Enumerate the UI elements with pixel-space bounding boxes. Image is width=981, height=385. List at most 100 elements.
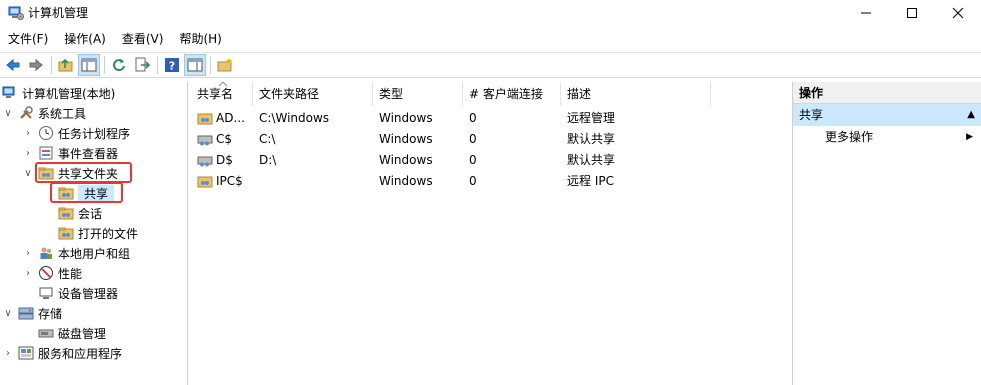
cell-folder-path: C:\Windows	[259, 110, 330, 125]
tree-label: 会话	[78, 206, 103, 221]
column-label: 类型	[379, 87, 404, 101]
new-share-button[interactable]	[214, 54, 236, 76]
menu-view[interactable]: 查看(V)	[114, 28, 172, 50]
clock-icon	[39, 126, 53, 140]
tree-item-disk-management[interactable]: 磁盘管理	[22, 323, 106, 343]
tools-icon	[20, 106, 33, 119]
cell-share-name: D$	[191, 152, 253, 168]
actions-section-shares[interactable]: 共享 ▲	[793, 104, 981, 126]
up-level-button[interactable]	[55, 54, 77, 76]
chevron-right-icon[interactable]: ›	[22, 268, 34, 279]
actions-section-label: 共享	[799, 108, 824, 122]
chevron-right-icon[interactable]: ›	[22, 148, 34, 159]
menu-bar: 文件(F) 操作(A) 查看(V) 帮助(H)	[0, 28, 981, 50]
column-header-folder-path[interactable]: 文件夹路径	[253, 82, 373, 106]
back-icon	[6, 58, 20, 72]
help-button[interactable]: ?	[161, 54, 183, 76]
table-row[interactable]: C$ C:\ Windows 0 默认共享	[191, 128, 711, 149]
shared-folder-icon	[58, 207, 74, 220]
column-label: 描述	[567, 87, 592, 101]
toolbar-separator	[210, 56, 211, 74]
collapse-up-icon[interactable]: ▲	[967, 104, 975, 126]
more-actions-item[interactable]: 更多操作 ▶	[793, 126, 981, 148]
tree-item-local-users[interactable]: › 本地用户和组	[22, 243, 130, 263]
show-hide-tree-button[interactable]	[78, 54, 100, 76]
table-row[interactable]: AD... C:\Windows Windows 0 远程管理	[191, 107, 711, 128]
close-icon	[952, 7, 964, 19]
maximize-button[interactable]	[889, 0, 935, 26]
cell-type: Windows	[379, 110, 433, 125]
column-header-client-connections[interactable]: # 客户端连接	[463, 82, 561, 106]
column-label: 文件夹路径	[259, 87, 320, 101]
refresh-button[interactable]	[108, 54, 130, 76]
tree-item-open-files[interactable]: 打开的文件	[42, 223, 138, 243]
tree-label: 存储	[38, 306, 63, 321]
window-title: 计算机管理	[28, 6, 89, 20]
show-hide-tree-icon	[81, 58, 97, 72]
computer-management-icon	[2, 86, 15, 98]
table-row[interactable]: D$ D:\ Windows 0 默认共享	[191, 149, 711, 170]
column-header-description[interactable]: 描述	[561, 82, 711, 106]
toolbar-separator	[104, 56, 105, 74]
minimize-button[interactable]	[843, 0, 889, 26]
export-list-button[interactable]	[131, 54, 153, 76]
tree-item-services-apps[interactable]: › 服务和应用程序	[2, 343, 122, 363]
storage-icon	[18, 307, 34, 320]
tree-item-task-scheduler[interactable]: › 任务计划程序	[22, 123, 130, 143]
chevron-right-icon[interactable]: ›	[22, 128, 34, 139]
actions-header: 操作	[793, 82, 981, 104]
cell-share-name: C$	[191, 131, 253, 147]
tree-label: 本地用户和组	[58, 246, 131, 261]
chevron-right-icon[interactable]: ›	[2, 348, 14, 359]
chevron-right-icon[interactable]: ›	[22, 248, 34, 259]
highlight-box	[35, 162, 132, 183]
chevron-down-icon[interactable]: ∨	[2, 108, 14, 119]
back-button[interactable]	[2, 54, 24, 76]
actions-pane: 操作 共享 ▲ 更多操作 ▶	[792, 82, 981, 385]
tree-label: 任务计划程序	[58, 126, 131, 141]
tree-item-device-manager[interactable]: 设备管理器	[22, 283, 118, 303]
tree-label: 计算机管理(本地)	[22, 86, 116, 101]
tree-item-event-viewer[interactable]: › 事件查看器	[22, 143, 118, 163]
share-name-text: D$	[216, 152, 233, 167]
shared-folder-icon	[197, 113, 213, 124]
show-hide-action-pane-button[interactable]	[184, 54, 206, 76]
tree-label: 磁盘管理	[58, 326, 107, 341]
users-icon	[40, 247, 52, 259]
column-label: 共享名	[197, 87, 234, 101]
tree-item-root[interactable]: 计算机管理(本地)	[2, 83, 115, 103]
tree-item-system-tools[interactable]: ∨ 系统工具	[2, 103, 86, 123]
chevron-down-icon[interactable]: ∨	[22, 168, 34, 179]
up-folder-icon	[58, 58, 73, 72]
menu-help[interactable]: 帮助(H)	[171, 28, 229, 50]
share-name-text: C$	[216, 131, 233, 146]
tree-item-performance[interactable]: › 性能	[22, 263, 82, 283]
shares-list: 共享名 文件夹路径 类型 # 客户端连接 描述 AD... C:\Windows…	[191, 82, 788, 385]
column-header-share-name[interactable]: 共享名	[191, 82, 253, 106]
table-row[interactable]: IPC$ Windows 0 远程 IPC	[191, 170, 711, 191]
cell-description: 远程 IPC	[567, 174, 614, 188]
performance-icon	[39, 266, 53, 280]
event-viewer-icon	[39, 146, 53, 160]
chevron-down-icon[interactable]: ∨	[2, 308, 14, 319]
shared-folder-icon	[58, 227, 74, 240]
tree-label: 设备管理器	[58, 286, 119, 301]
cell-folder-path: C:\	[259, 131, 276, 146]
forward-icon	[29, 58, 43, 72]
tree-label: 系统工具	[38, 106, 87, 121]
more-actions-label: 更多操作	[825, 130, 874, 144]
computer-management-icon	[8, 6, 24, 20]
tree-item-sessions[interactable]: 会话	[42, 203, 102, 223]
tree-label: 服务和应用程序	[38, 346, 123, 361]
highlight-box	[50, 182, 123, 203]
tree-item-storage[interactable]: ∨ 存储	[2, 303, 62, 323]
cell-share-name: IPC$	[191, 173, 253, 189]
submenu-arrow-icon: ▶	[966, 132, 973, 142]
menu-file[interactable]: 文件(F)	[0, 28, 56, 50]
column-header-type[interactable]: 类型	[373, 82, 463, 106]
menu-action[interactable]: 操作(A)	[56, 28, 114, 50]
column-label: # 客户端连接	[469, 87, 543, 101]
cell-description: 远程管理	[567, 111, 616, 125]
close-button[interactable]	[935, 0, 981, 26]
forward-button[interactable]	[25, 54, 47, 76]
